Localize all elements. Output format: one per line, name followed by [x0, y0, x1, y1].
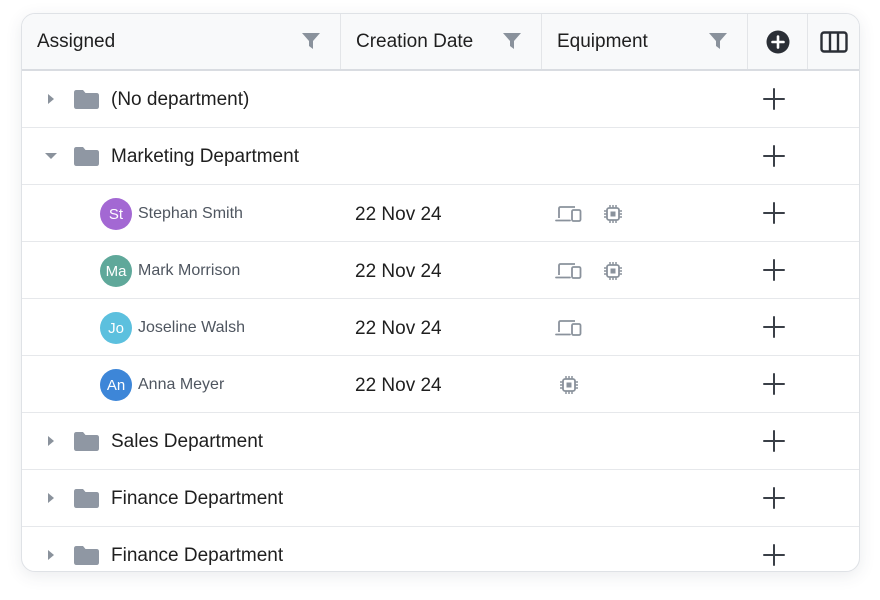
creation-date: 22 Nov 24: [355, 375, 442, 396]
person-name: Stephan Smith: [138, 205, 243, 222]
chevron-right-icon[interactable]: [44, 548, 58, 562]
add-circle-icon: [766, 30, 789, 53]
column-header-creation-date[interactable]: Creation Date: [341, 14, 542, 69]
folder-icon: [74, 546, 99, 565]
add-icon[interactable]: [762, 144, 786, 168]
filter-icon[interactable]: [502, 31, 522, 51]
person-name: Anna Meyer: [138, 376, 225, 393]
person-row[interactable]: St Stephan Smith 22 Nov 24: [22, 185, 859, 242]
department-row[interactable]: Finance Department: [22, 527, 859, 571]
avatar: Jo: [100, 312, 132, 344]
department-row[interactable]: (No department): [22, 71, 859, 128]
department-row[interactable]: Marketing Department: [22, 128, 859, 185]
add-icon[interactable]: [762, 486, 786, 510]
devices-icon: [555, 263, 582, 279]
chevron-right-icon[interactable]: [44, 92, 58, 106]
creation-date: 22 Nov 24: [355, 261, 442, 282]
column-header-label: Creation Date: [356, 30, 474, 52]
add-icon[interactable]: [762, 315, 786, 339]
filter-icon[interactable]: [708, 31, 728, 51]
person-name: Mark Morrison: [138, 262, 241, 279]
columns-icon: [819, 30, 848, 53]
avatar: St: [100, 198, 132, 230]
column-header-equipment[interactable]: Equipment: [542, 14, 748, 69]
person-row[interactable]: Jo Joseline Walsh 22 Nov 24: [22, 299, 859, 356]
creation-date: 22 Nov 24: [355, 318, 442, 339]
folder-icon: [74, 432, 99, 451]
department-row[interactable]: Sales Department: [22, 413, 859, 470]
chevron-down-icon[interactable]: [44, 149, 58, 163]
devices-icon: [555, 206, 582, 222]
data-grid: Assigned Creation Date Equipment (No dep…: [21, 13, 860, 572]
add-icon[interactable]: [762, 258, 786, 282]
creation-date: 22 Nov 24: [355, 204, 442, 225]
person-row[interactable]: Ma Mark Morrison 22 Nov 24: [22, 242, 859, 299]
add-icon[interactable]: [762, 372, 786, 396]
add-icon[interactable]: [762, 87, 786, 111]
grid-header: Assigned Creation Date Equipment: [22, 14, 859, 71]
add-icon[interactable]: [762, 429, 786, 453]
add-icon[interactable]: [762, 201, 786, 225]
department-row[interactable]: Finance Department: [22, 470, 859, 527]
column-header-label: Assigned: [37, 30, 116, 52]
department-name: Sales Department: [111, 431, 264, 452]
folder-icon: [74, 147, 99, 166]
person-row[interactable]: An Anna Meyer 22 Nov 24: [22, 356, 859, 413]
devices-icon: [555, 320, 582, 336]
column-header-assigned[interactable]: Assigned: [22, 14, 341, 69]
filter-icon[interactable]: [301, 31, 321, 51]
chip-icon: [560, 376, 578, 394]
chip-icon: [604, 205, 622, 223]
columns-settings-button[interactable]: [808, 14, 859, 69]
add-icon[interactable]: [762, 543, 786, 567]
department-name: Finance Department: [111, 488, 284, 509]
add-column-button[interactable]: [748, 14, 808, 69]
person-name: Joseline Walsh: [138, 319, 246, 336]
chevron-right-icon[interactable]: [44, 491, 58, 505]
department-name: (No department): [111, 89, 250, 110]
department-name: Marketing Department: [111, 146, 299, 167]
chevron-right-icon[interactable]: [44, 434, 58, 448]
avatar: Ma: [100, 255, 132, 287]
chip-icon: [604, 262, 622, 280]
avatar: An: [100, 369, 132, 401]
folder-icon: [74, 489, 99, 508]
column-header-label: Equipment: [557, 30, 648, 52]
folder-icon: [74, 90, 99, 109]
department-name: Finance Department: [111, 545, 284, 566]
